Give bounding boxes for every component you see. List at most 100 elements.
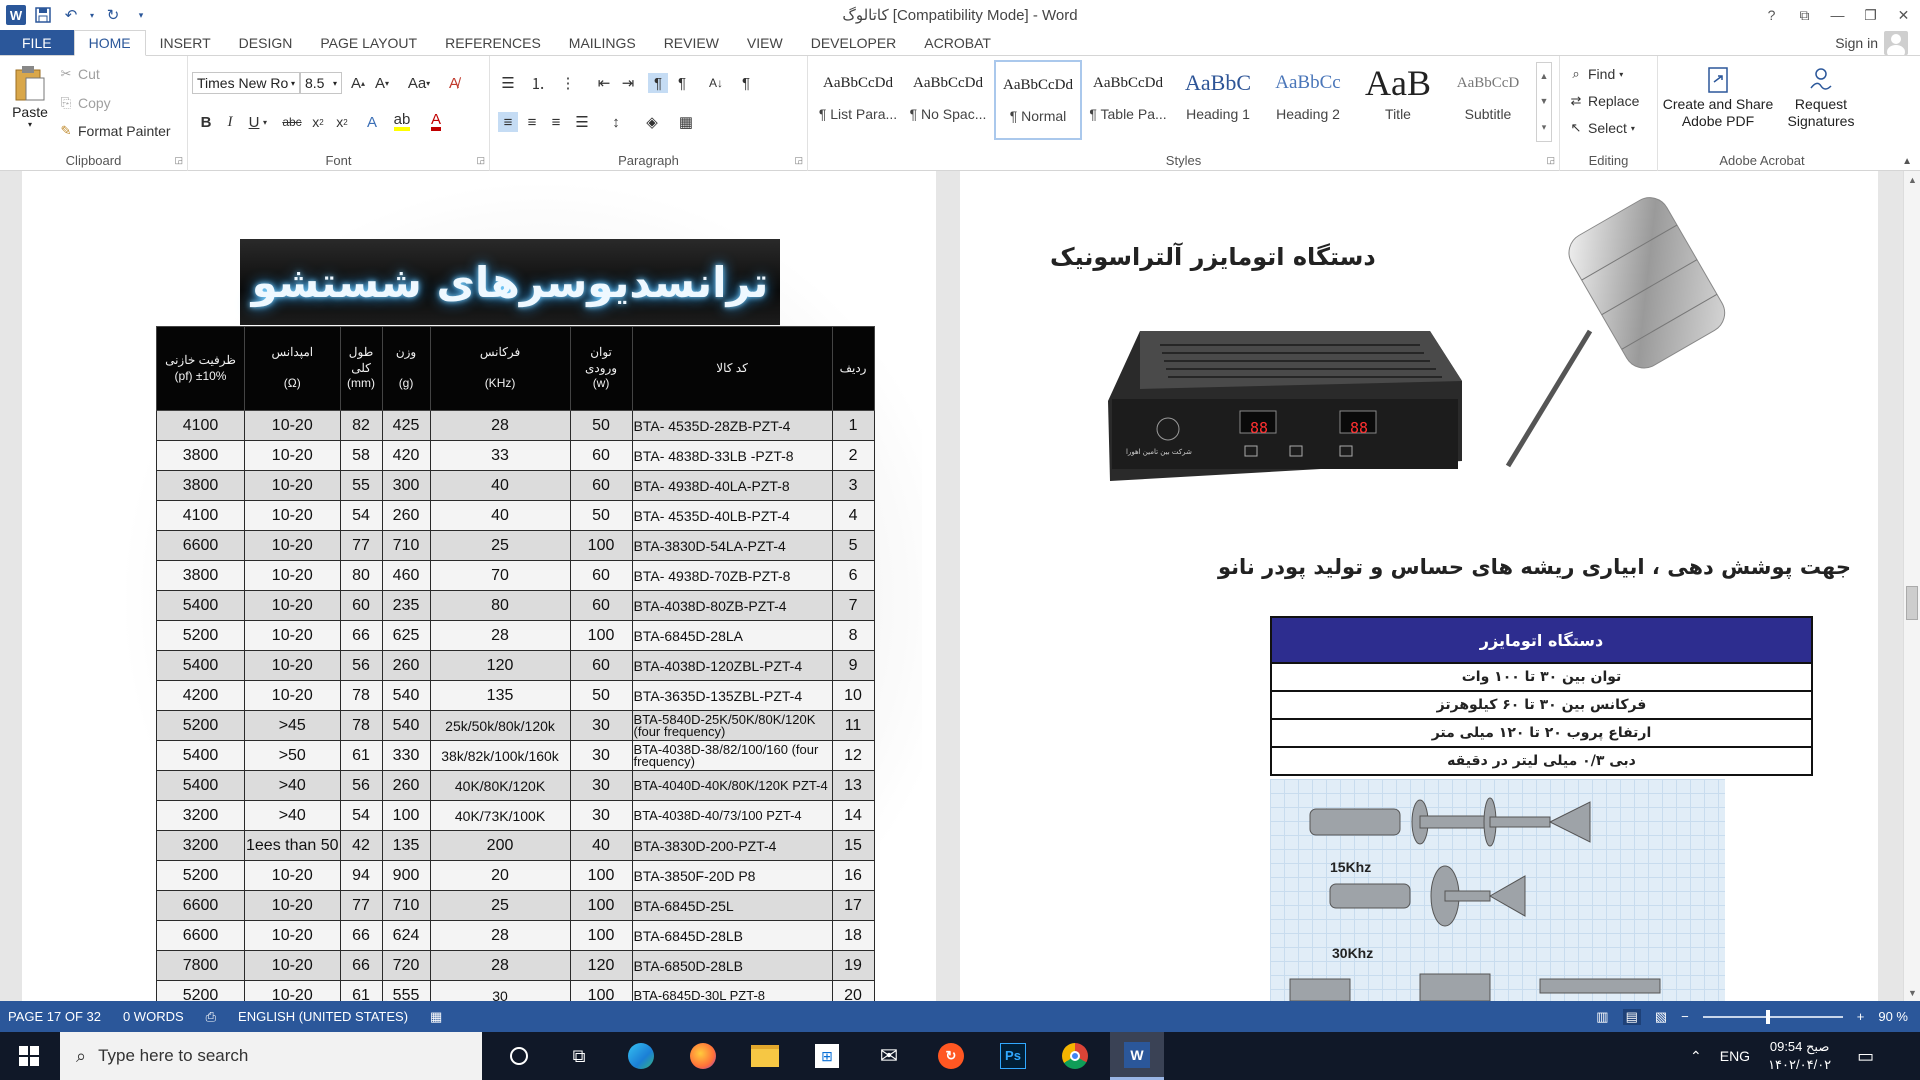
style-heading-1[interactable]: AaBbC Heading 1 <box>1174 60 1262 140</box>
request-signatures-button[interactable]: Request Signatures <box>1778 66 1864 130</box>
scroll-down-icon[interactable]: ▼ <box>1904 984 1920 1001</box>
show-formatting-icon[interactable]: ¶ <box>736 73 756 93</box>
font-size-dropdown[interactable]: 8.5 ▾ <box>300 72 342 94</box>
shrink-font-icon[interactable]: A ▾ <box>372 73 392 93</box>
app-icon[interactable]: ↻ <box>924 1032 978 1080</box>
zoom-slider[interactable] <box>1702 1009 1843 1024</box>
help-icon[interactable]: ? <box>1755 0 1788 30</box>
ltr-direction-icon[interactable]: ¶ <box>648 73 668 93</box>
zoom-out-icon[interactable]: − <box>1681 1009 1689 1024</box>
subscript-icon[interactable]: x2 <box>308 112 328 132</box>
paste-dropdown-icon[interactable]: ▾ <box>28 120 32 129</box>
align-right-icon[interactable]: ≡ <box>546 112 566 132</box>
tab-developer[interactable]: DEVELOPER <box>797 30 911 55</box>
font-name-dropdown[interactable]: Times New Ro ▾ <box>192 72 300 94</box>
style-table-paragraph[interactable]: AaBbCcDd ¶ Table Pa... <box>1084 60 1172 140</box>
tab-review[interactable]: REVIEW <box>650 30 733 55</box>
align-center-icon[interactable]: ≡ <box>522 112 542 132</box>
language-indicator[interactable]: ENG <box>1720 1048 1750 1064</box>
change-case-button[interactable]: Aa ▾ <box>402 73 436 93</box>
style-title[interactable]: AaB Title <box>1354 60 1442 140</box>
tab-file[interactable]: FILE <box>0 30 74 55</box>
strikethrough-icon[interactable]: abc <box>280 112 304 132</box>
increase-indent-icon[interactable]: ⇥ <box>618 73 638 93</box>
style-no-spacing[interactable]: AaBbCcDd ¶ No Spac... <box>904 60 992 140</box>
cut-button[interactable]: ✂ Cut <box>58 66 100 82</box>
font-color-icon[interactable]: A <box>426 112 446 132</box>
vertical-scrollbar[interactable]: ▲ ▼ <box>1903 171 1920 1001</box>
restore-icon[interactable]: ❐ <box>1854 0 1887 30</box>
zoom-level[interactable]: 90 % <box>1878 1009 1908 1024</box>
tab-design[interactable]: DESIGN <box>225 30 307 55</box>
replace-button[interactable]: ⇄ Replace <box>1568 93 1640 109</box>
clock[interactable]: 09:54 صبح ۱۴۰۲/۰۴/۰۲ <box>1768 1038 1831 1074</box>
underline-dropdown-icon[interactable]: ▾ <box>260 112 270 132</box>
create-share-pdf-button[interactable]: Create and Share Adobe PDF <box>1658 66 1778 130</box>
rtl-direction-icon[interactable]: ¶ <box>672 73 692 93</box>
page-right[interactable]: دستگاه اتومایزر آلتراسونیک 88 88 شرکت بی… <box>960 171 1878 1001</box>
scrollbar-thumb[interactable] <box>1906 586 1918 620</box>
sign-in-link[interactable]: Sign in <box>1835 35 1878 51</box>
page-left[interactable]: ترانسدیوسرهای شستشو ظرفیت خازنی (pf) ±10%… <box>22 171 936 1001</box>
tab-references[interactable]: REFERENCES <box>431 30 555 55</box>
language[interactable]: ENGLISH (UNITED STATES) <box>238 1009 408 1024</box>
paragraph-dialog-launcher-icon[interactable]: ◲ <box>794 155 803 166</box>
save-icon[interactable] <box>32 4 54 26</box>
word-icon[interactable]: W <box>6 5 26 25</box>
tab-acrobat[interactable]: ACROBAT <box>910 30 1005 55</box>
find-button[interactable]: ⌕ Find ▾ <box>1568 66 1623 82</box>
tab-page-layout[interactable]: PAGE LAYOUT <box>306 30 431 55</box>
task-view-icon[interactable]: ⧉ <box>552 1032 606 1080</box>
superscript-icon[interactable]: x2 <box>332 112 352 132</box>
notification-icon[interactable]: ▭ <box>1857 1046 1874 1067</box>
customize-icon[interactable]: ▾ <box>130 4 152 26</box>
tab-home[interactable]: HOME <box>73 30 146 56</box>
highlight-color-icon[interactable]: ab <box>392 112 412 132</box>
text-effects-icon[interactable]: A <box>362 112 382 132</box>
ribbon-display-options-icon[interactable]: ⧉ <box>1788 0 1821 30</box>
align-left-icon[interactable]: ≡ <box>498 112 518 132</box>
select-button[interactable]: ↖ Select ▾ <box>1568 120 1635 136</box>
sort-icon[interactable]: A↓ <box>706 73 726 93</box>
photoshop-icon[interactable]: Ps <box>986 1032 1040 1080</box>
zoom-in-icon[interactable]: + <box>1857 1009 1865 1024</box>
zoom-slider-thumb[interactable] <box>1765 1009 1770 1024</box>
mail-icon[interactable]: ✉ <box>862 1032 916 1080</box>
undo-dropdown-icon[interactable]: ▾ <box>88 4 96 26</box>
chevron-up-icon[interactable]: ⌃ <box>1690 1048 1702 1065</box>
borders-icon[interactable]: ▦ <box>676 112 696 132</box>
style-subtitle[interactable]: AaBbCcD Subtitle <box>1444 60 1532 140</box>
clipboard-dialog-launcher-icon[interactable]: ◲ <box>174 155 183 166</box>
read-mode-icon[interactable]: ▥ <box>1596 1009 1608 1025</box>
word-count[interactable]: 0 WORDS <box>123 1009 184 1024</box>
taskbar-search[interactable]: ⌕ Type here to search <box>60 1032 482 1080</box>
styles-dialog-launcher-icon[interactable]: ◲ <box>1546 155 1555 166</box>
bold-icon[interactable]: B <box>196 112 216 132</box>
chevron-up-icon[interactable]: ▲ <box>1540 71 1549 81</box>
tab-insert[interactable]: INSERT <box>146 30 225 55</box>
file-explorer-icon[interactable] <box>738 1032 792 1080</box>
line-spacing-icon[interactable]: ↕ <box>606 112 626 132</box>
style-heading-2[interactable]: AaBbCc Heading 2 <box>1264 60 1352 140</box>
style-list-paragraph[interactable]: AaBbCcDd ¶ List Para... <box>814 60 902 140</box>
print-layout-icon[interactable]: ▤ <box>1622 1008 1641 1025</box>
web-layout-icon[interactable]: ▧ <box>1655 1009 1667 1025</box>
multilevel-list-icon[interactable]: ⋮ <box>558 73 578 93</box>
chrome-icon[interactable] <box>1048 1032 1102 1080</box>
page-count[interactable]: PAGE 17 OF 32 <box>8 1009 101 1024</box>
minimize-icon[interactable]: — <box>1821 0 1854 30</box>
style-normal[interactable]: AaBbCcDd ¶ Normal <box>994 60 1082 140</box>
store-icon[interactable]: ⊞ <box>800 1032 854 1080</box>
bullets-icon[interactable]: ☰ <box>498 73 518 93</box>
font-dialog-launcher-icon[interactable]: ◲ <box>476 155 485 166</box>
edge-icon[interactable] <box>614 1032 668 1080</box>
firefox-icon[interactable] <box>676 1032 730 1080</box>
scroll-up-icon[interactable]: ▲ <box>1904 171 1920 188</box>
proofing-icon[interactable]: ⎙ <box>206 1009 216 1025</box>
close-icon[interactable]: ✕ <box>1887 0 1920 30</box>
format-painter-button[interactable]: ✎ Format Painter <box>58 123 171 139</box>
styles-scroll[interactable]: ▲ ▼ ▾ <box>1536 62 1552 142</box>
more-styles-icon[interactable]: ▾ <box>1542 122 1547 133</box>
italic-icon[interactable]: I <box>220 112 240 132</box>
macro-icon[interactable]: ▦ <box>430 1009 442 1025</box>
